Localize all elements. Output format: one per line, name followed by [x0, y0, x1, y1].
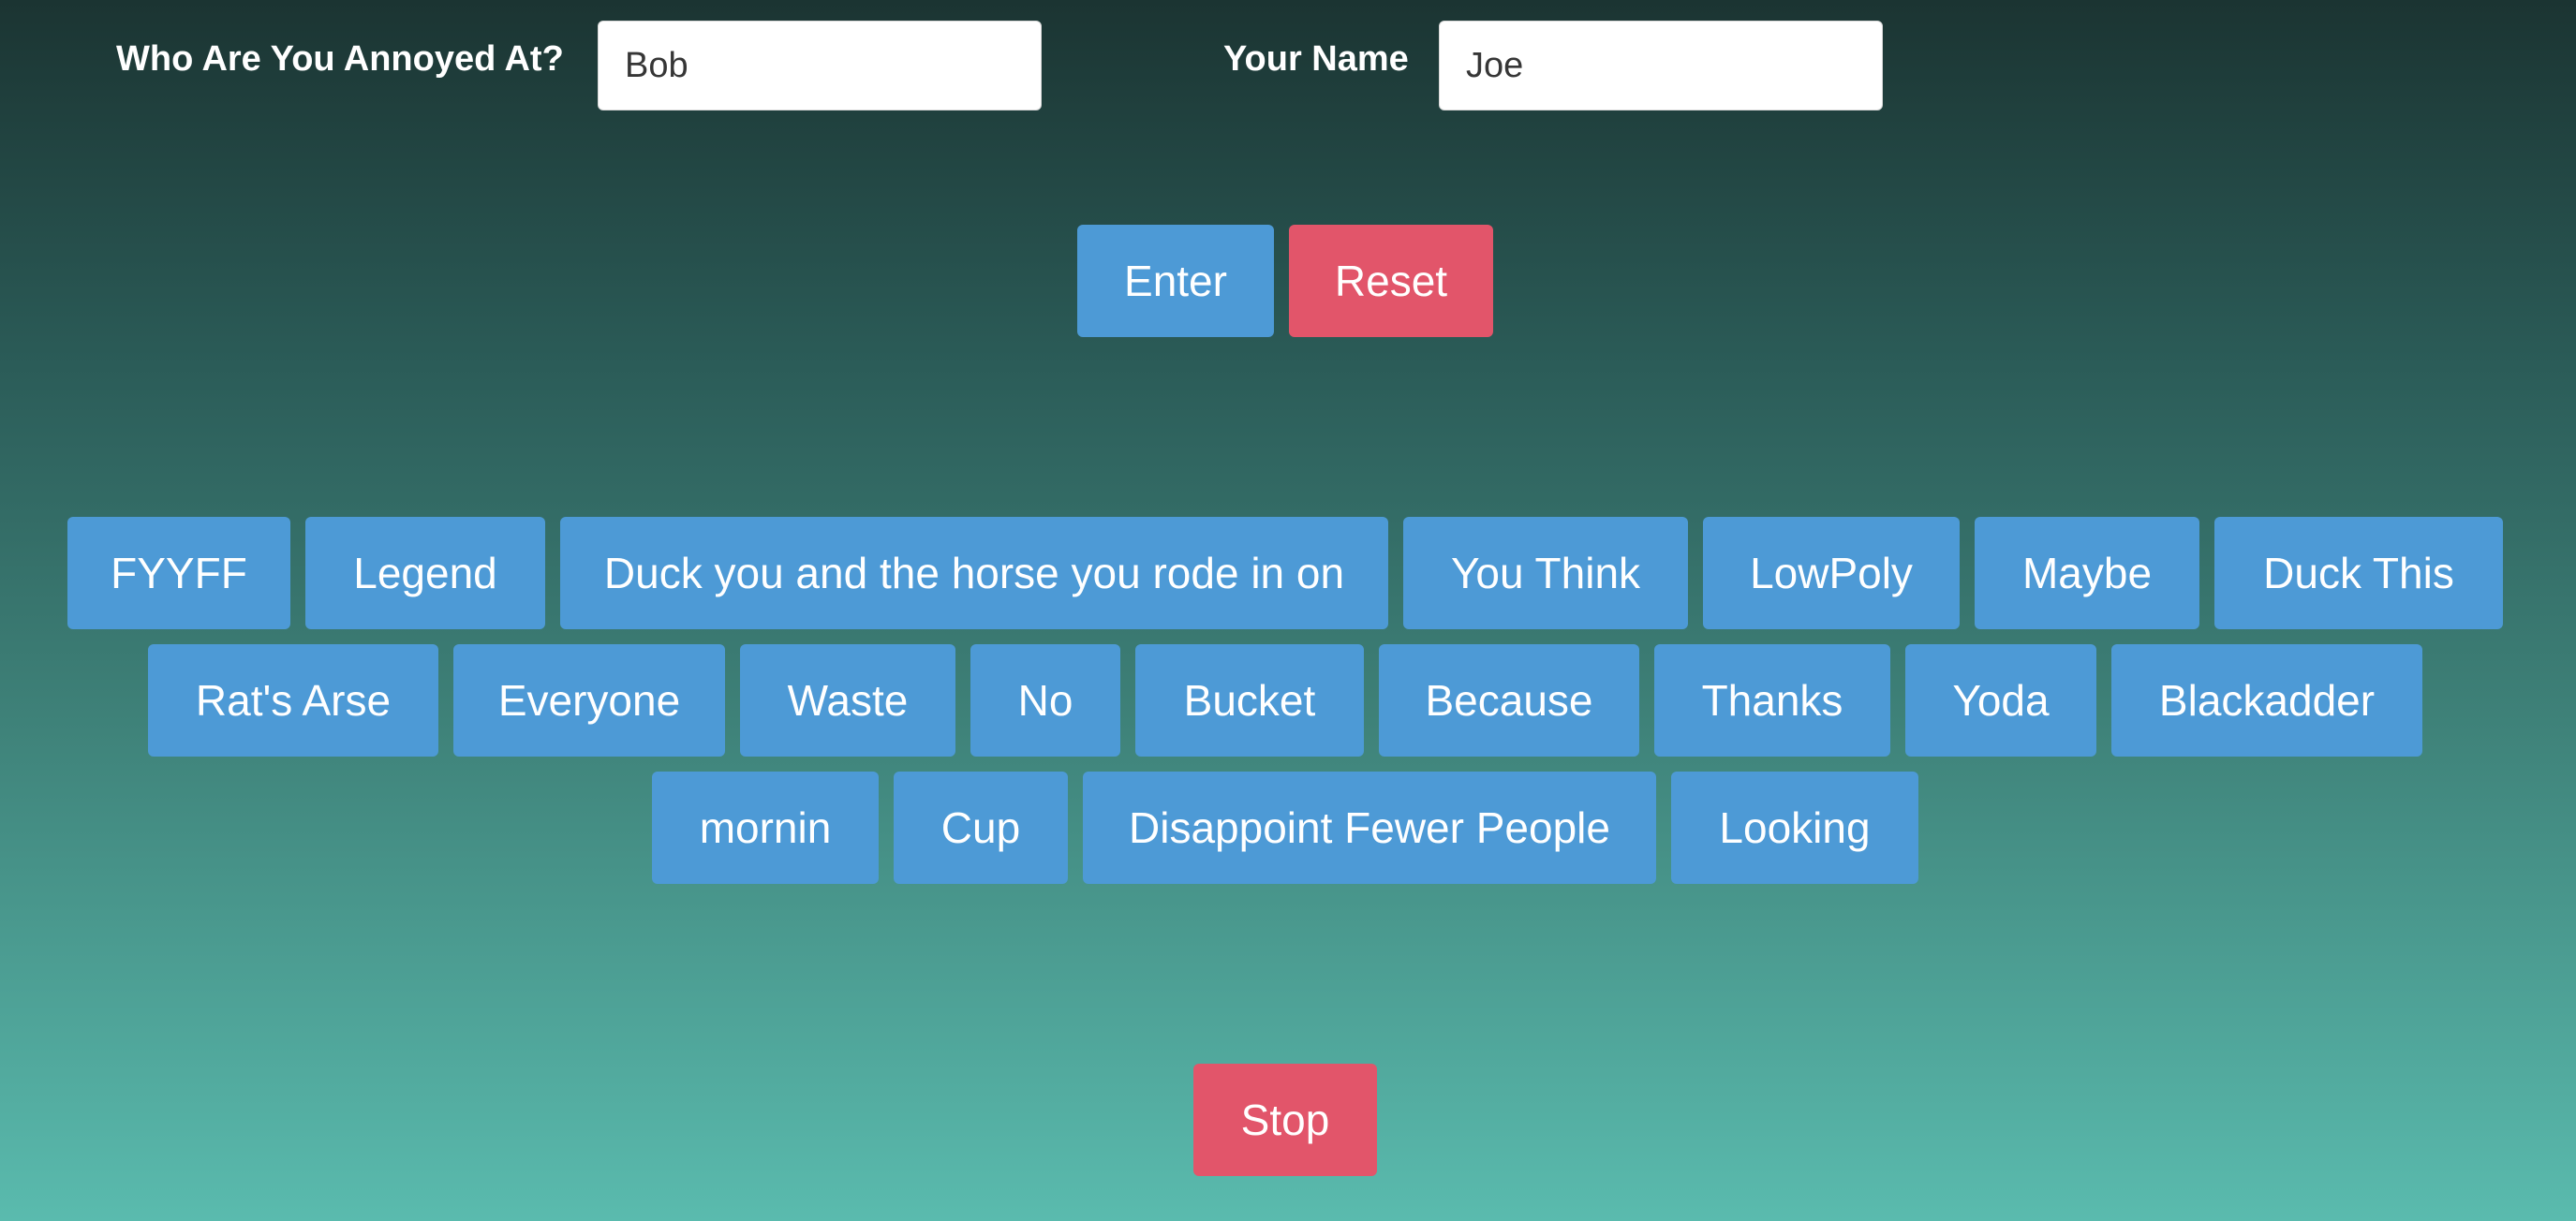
phrase-button-duck-you-horse[interactable]: Duck you and the horse you rode in on [560, 517, 1388, 629]
your-name-input[interactable] [1439, 21, 1883, 110]
phrase-button-rats-arse[interactable]: Rat's Arse [148, 644, 438, 757]
phrase-button-mornin[interactable]: mornin [652, 772, 879, 884]
phrase-button-duck-this[interactable]: Duck This [2214, 517, 2503, 629]
phrase-button-bucket[interactable]: Bucket [1135, 644, 1364, 757]
annoyed-at-input[interactable] [598, 21, 1042, 110]
your-name-label: Your Name [1223, 39, 1409, 79]
phrase-button-yoda[interactable]: Yoda [1905, 644, 2096, 757]
enter-button[interactable]: Enter [1077, 225, 1274, 337]
annoyed-at-label: Who Are You Annoyed At? [116, 39, 564, 79]
stop-button[interactable]: Stop [1193, 1064, 1377, 1176]
phrase-button-looking[interactable]: Looking [1671, 772, 1918, 884]
phrase-button-you-think[interactable]: You Think [1403, 517, 1688, 629]
phrase-button-grid: FYYFF Legend Duck you and the horse you … [0, 0, 2576, 1221]
phrase-button-disappoint-fewer-people[interactable]: Disappoint Fewer People [1083, 772, 1656, 884]
phrase-button-fyyff[interactable]: FYYFF [67, 517, 290, 629]
phrase-button-cup[interactable]: Cup [894, 772, 1068, 884]
phrase-button-legend[interactable]: Legend [305, 517, 545, 629]
phrase-button-no[interactable]: No [970, 644, 1120, 757]
phrase-button-lowpoly[interactable]: LowPoly [1703, 517, 1960, 629]
phrase-button-because[interactable]: Because [1379, 644, 1639, 757]
phrase-button-thanks[interactable]: Thanks [1654, 644, 1890, 757]
phrase-button-waste[interactable]: Waste [740, 644, 955, 757]
phrase-button-blackadder[interactable]: Blackadder [2111, 644, 2422, 757]
phrase-button-maybe[interactable]: Maybe [1975, 517, 2199, 629]
reset-button[interactable]: Reset [1289, 225, 1493, 337]
phrase-button-everyone[interactable]: Everyone [453, 644, 725, 757]
